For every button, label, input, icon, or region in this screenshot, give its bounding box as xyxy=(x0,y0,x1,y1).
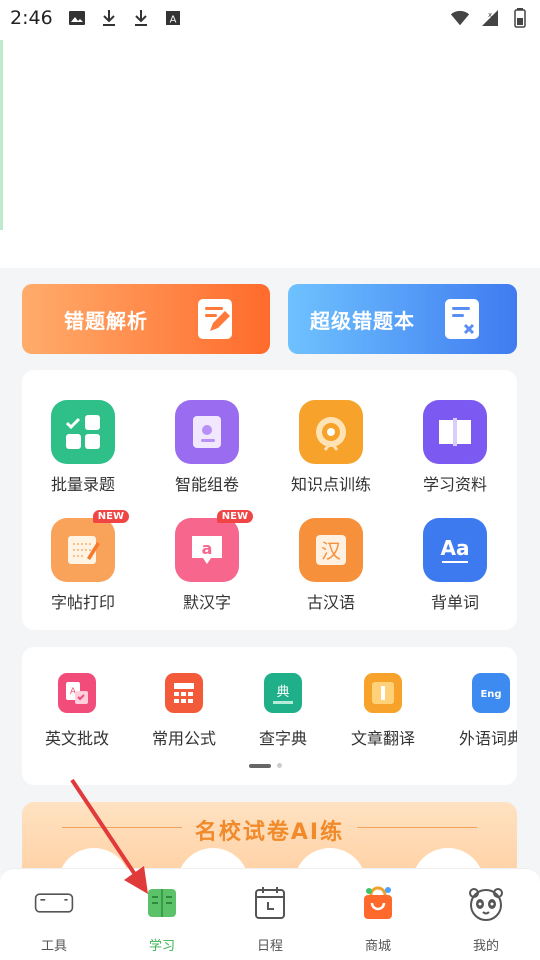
tab-label: 商城 xyxy=(364,939,391,954)
scroll-item-foreign-dict[interactable]: Eng 外语词典 xyxy=(446,673,517,749)
toolbox-icon xyxy=(34,883,74,923)
calendar-clock-icon xyxy=(250,883,290,923)
scroll-label: 文章翻译 xyxy=(350,729,415,748)
grid-label: 智能组卷 xyxy=(174,475,239,494)
page-dot-active xyxy=(249,763,271,768)
scroll-item-translate[interactable]: 文章翻译 xyxy=(338,673,428,749)
page-indicator xyxy=(249,763,282,768)
scroll-item-english-correct[interactable]: A 英文批改 xyxy=(32,673,122,749)
grid-check-icon xyxy=(51,400,115,464)
grid-item-vocabulary[interactable]: Aa 背单词 xyxy=(400,518,510,613)
calculator-icon xyxy=(165,673,203,713)
chat-a-icon: a NEW xyxy=(175,510,253,582)
new-badge: NEW xyxy=(92,510,129,523)
signal-icon: x xyxy=(480,8,500,28)
new-badge: NEW xyxy=(216,510,253,523)
mistake-analysis-label: 错题解析 xyxy=(64,308,148,333)
tab-schedule[interactable]: 日程 xyxy=(230,883,310,954)
dictionary-icon: 典 xyxy=(264,673,302,713)
han-icon: 汉 xyxy=(299,518,363,582)
battery-icon xyxy=(510,8,530,28)
tab-label: 工具 xyxy=(40,939,67,954)
grid-item-dictation[interactable]: a NEW 默汉字 xyxy=(152,510,262,613)
super-mistake-book-label: 超级错题本 xyxy=(310,308,415,333)
grid-item-copybook-print[interactable]: NEW 字帖打印 xyxy=(28,510,138,613)
grid-item-knowledge-training[interactable]: 知识点训练 xyxy=(276,400,386,495)
tools-grid-card: 批量录题 智能组卷 知识点训练 学习资料 NEW 字帖打印 a NEW 默汉字 xyxy=(22,370,517,630)
tab-mine[interactable]: 我的 xyxy=(446,883,526,954)
status-bar: 2:46 A x xyxy=(0,0,540,36)
tab-tools[interactable]: 工具 xyxy=(14,883,94,954)
grid-item-classical-chinese[interactable]: 汉 古汉语 xyxy=(276,518,386,613)
svg-text:汉: 汉 xyxy=(321,539,341,563)
download-icon xyxy=(99,8,119,28)
grid-item-batch-input[interactable]: 批量录题 xyxy=(28,400,138,495)
scroll-item-dictionary[interactable]: 典 查字典 xyxy=(238,673,328,749)
status-time: 2:46 xyxy=(10,7,53,29)
english-correct-icon: A xyxy=(58,673,96,713)
target-icon xyxy=(299,400,363,464)
scroll-label: 常用公式 xyxy=(151,729,216,748)
grid-label: 古汉语 xyxy=(306,593,355,612)
top-blank-area xyxy=(0,36,540,268)
tab-label: 学习 xyxy=(148,939,175,954)
svg-text:典: 典 xyxy=(276,685,289,700)
book-icon xyxy=(423,400,487,464)
scroll-label: 外语词典 xyxy=(458,729,517,748)
promo-title: 名校试卷AI练 xyxy=(194,820,345,845)
svg-text:Aa: Aa xyxy=(441,536,470,560)
super-mistake-book-button[interactable]: 超级错题本 xyxy=(288,284,517,354)
pencil-note-icon xyxy=(196,297,236,341)
image-icon xyxy=(67,8,87,28)
bottom-tab-bar: 工具 学习 日程 商城 我的 xyxy=(0,868,540,960)
scroll-label: 英文批改 xyxy=(44,729,109,748)
scroll-item-formulas[interactable]: 常用公式 xyxy=(139,673,229,749)
grid-label: 字帖打印 xyxy=(50,593,115,612)
study-book-icon xyxy=(142,883,182,923)
grid-label: 背单词 xyxy=(430,593,479,612)
svg-text:x: x xyxy=(488,11,492,19)
aa-icon: Aa xyxy=(423,518,487,582)
grid-label: 知识点训练 xyxy=(290,475,371,494)
download-icon xyxy=(131,8,151,28)
mistake-analysis-button[interactable]: 错题解析 xyxy=(22,284,270,354)
grid-item-smart-paper[interactable]: 智能组卷 xyxy=(152,400,262,495)
scroll-label: 查字典 xyxy=(258,729,307,748)
page-dot xyxy=(277,763,282,768)
tab-label: 日程 xyxy=(256,939,283,954)
panda-icon xyxy=(466,883,506,923)
tab-study[interactable]: 学习 xyxy=(122,883,202,954)
a-box-icon: A xyxy=(163,8,183,28)
edge-accent xyxy=(0,40,3,230)
tab-label: 我的 xyxy=(472,939,499,954)
svg-text:A: A xyxy=(169,15,176,26)
tab-mall[interactable]: 商城 xyxy=(338,883,418,954)
svg-text:a: a xyxy=(202,539,213,558)
grid-item-study-materials[interactable]: 学习资料 xyxy=(400,400,510,495)
svg-text:Eng: Eng xyxy=(480,689,501,700)
paper-icon xyxy=(175,400,239,464)
wifi-icon xyxy=(450,8,470,28)
translate-icon xyxy=(364,673,402,713)
note-x-icon xyxy=(443,297,483,341)
shopping-bag-icon xyxy=(358,883,398,923)
grid-label: 默汉字 xyxy=(182,593,231,612)
grid-label: 学习资料 xyxy=(422,475,487,494)
promo-divider xyxy=(357,827,477,828)
grid-label: 批量录题 xyxy=(50,475,115,494)
eng-dict-icon: Eng xyxy=(472,673,510,713)
copybook-icon: NEW xyxy=(51,510,129,582)
